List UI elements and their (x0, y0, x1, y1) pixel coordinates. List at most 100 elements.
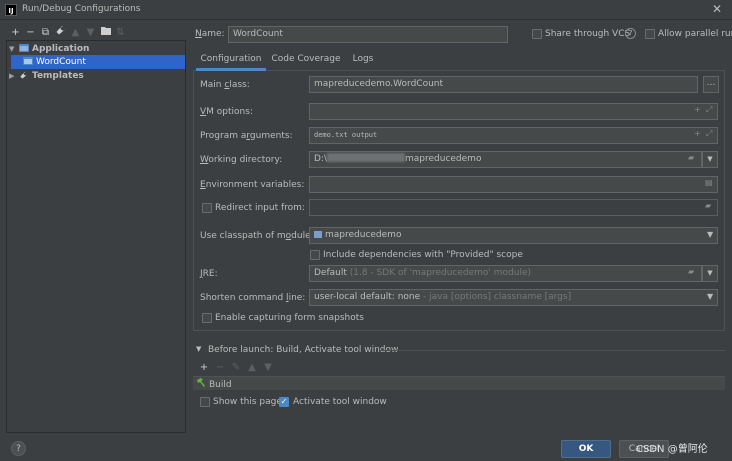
working-directory-prefix: D:\ (314, 154, 327, 164)
tree-item-label: Application (32, 44, 90, 54)
remove-icon[interactable]: − (212, 361, 228, 375)
application-icon (23, 57, 33, 65)
move-down-icon[interactable]: ▼ (83, 26, 98, 40)
application-icon (19, 44, 29, 52)
classpath-module-label: Use classpath of module: (200, 231, 314, 241)
close-icon[interactable]: ✕ (712, 2, 722, 16)
jre-hint: (1.8 - SDK of 'mapreducedemo' module) (349, 268, 532, 278)
browse-button[interactable]: … (703, 76, 719, 93)
copy-icon[interactable]: ⧉ (38, 26, 53, 40)
allow-parallel-label: Allow parallel run (658, 29, 732, 39)
show-page-checkbox[interactable] (200, 397, 210, 407)
activate-tool-checkbox[interactable]: ✓ (279, 397, 289, 407)
chevron-down-icon[interactable]: ▼ (702, 265, 718, 282)
chevron-down-icon[interactable]: ▼ (707, 230, 713, 239)
redirect-input-label: Redirect input from: (215, 203, 305, 213)
allow-parallel-checkbox[interactable] (645, 29, 655, 39)
shorten-command-line-label: Shorten command line: (200, 293, 306, 303)
move-down-icon[interactable]: ▼ (260, 361, 276, 375)
working-directory-label: Working directory: (200, 155, 283, 165)
name-input[interactable]: WordCount (228, 26, 508, 43)
help-button[interactable]: ? (11, 441, 26, 456)
share-vcs-label: Share through VCS (545, 29, 631, 39)
remove-icon[interactable]: − (23, 26, 38, 40)
redirect-input-checkbox[interactable] (202, 203, 212, 213)
list-item[interactable]: Build (196, 378, 232, 390)
program-arguments-input[interactable]: demo.txt output (309, 127, 718, 144)
chevron-down-icon[interactable]: ▼ (9, 42, 19, 56)
help-icon[interactable]: ? (625, 28, 636, 39)
module-icon (314, 231, 322, 238)
tab-logs[interactable]: Logs (346, 49, 380, 71)
sort-icon[interactable]: ⇅ (113, 26, 128, 40)
before-launch-title[interactable]: Before launch: Build, Activate tool wind… (208, 345, 398, 355)
chevron-down-icon[interactable]: ▼ (707, 292, 713, 301)
add-icon[interactable]: + (694, 105, 701, 114)
config-tree: ▼ Application WordCount ▶ Templates (6, 40, 186, 433)
classpath-module-select[interactable]: mapreducedemo (309, 227, 718, 244)
redacted-path (327, 153, 405, 162)
ok-button[interactable]: OK (561, 440, 611, 458)
tab-configuration[interactable]: Configuration (196, 49, 266, 71)
jre-label: JRE: (200, 269, 218, 279)
intellij-app-icon: IJ (5, 4, 17, 16)
chevron-right-icon[interactable]: ▶ (9, 69, 19, 83)
before-launch-task-list: Build (193, 376, 725, 390)
folder-icon[interactable]: ▰ (688, 153, 694, 162)
program-arguments-label: Program arguments: (200, 131, 293, 141)
hammer-icon (197, 378, 205, 387)
shorten-command-line-value: user-local default: none (314, 292, 421, 302)
main-class-input[interactable]: mapreducedemo.WordCount (309, 76, 698, 93)
divider (380, 350, 725, 351)
shorten-command-line-select[interactable]: user-local default: none - java [options… (309, 289, 718, 306)
tree-item-templates[interactable]: ▶ Templates (9, 69, 84, 83)
capture-snapshots-checkbox[interactable] (202, 313, 212, 323)
vm-options-input[interactable] (309, 103, 718, 120)
name-label: Name: (195, 29, 225, 39)
environment-variables-input[interactable] (309, 176, 718, 193)
window-title: Run/Debug Configurations (22, 4, 141, 14)
folder-icon[interactable]: ▰ (705, 201, 711, 210)
working-directory-suffix: mapreducedemo (405, 154, 482, 164)
move-up-icon[interactable]: ▲ (244, 361, 260, 375)
add-icon[interactable]: + (694, 129, 701, 138)
before-launch-toolbar: + − ✎ ▲ ▼ (196, 361, 276, 375)
list-icon[interactable]: ▤ (705, 178, 713, 187)
config-toolbar: + − ⧉ ▲ ▼ ⇅ (8, 25, 128, 39)
expand-icon[interactable]: ⤢ (706, 105, 712, 115)
include-provided-checkbox[interactable] (310, 250, 320, 260)
jre-select[interactable]: Default (1.8 - SDK of 'mapreducedemo' mo… (309, 265, 702, 282)
redirect-input-field[interactable] (309, 199, 718, 216)
tree-item-label: Templates (32, 71, 84, 81)
working-directory-input[interactable]: D:\ mapreducedemo (309, 151, 702, 168)
tab-code-coverage[interactable]: Code Coverage (269, 49, 343, 71)
watermark: CSDN @曾阿伦 (636, 444, 708, 455)
move-up-icon[interactable]: ▲ (68, 26, 83, 40)
tree-item-label: WordCount (36, 57, 86, 67)
chevron-down-icon[interactable]: ▼ (702, 151, 718, 168)
add-icon[interactable]: + (8, 26, 23, 40)
vm-options-label: VM options: (200, 107, 253, 117)
tab-bar: Configuration Code Coverage Logs (193, 49, 725, 71)
add-icon[interactable]: + (196, 361, 212, 375)
main-class-label: Main class: (200, 80, 250, 90)
edit-icon[interactable]: ✎ (228, 361, 244, 375)
activate-tool-label: Activate tool window (293, 397, 387, 407)
expand-icon[interactable]: ⤢ (706, 129, 712, 139)
tree-item-wordcount[interactable]: WordCount (11, 55, 185, 69)
shorten-command-line-hint: - java [options] classname [args] (423, 292, 572, 302)
tree-item-application[interactable]: ▼ Application (9, 42, 89, 56)
folder-icon[interactable] (98, 26, 113, 40)
folder-icon[interactable]: ▰ (688, 267, 694, 276)
jre-value: Default (314, 268, 347, 278)
capture-snapshots-label: Enable capturing form snapshots (215, 313, 364, 323)
wrench-icon (20, 71, 28, 79)
chevron-down-icon[interactable]: ▼ (196, 345, 201, 353)
task-label: Build (209, 380, 232, 390)
show-page-label: Show this page (213, 397, 282, 407)
wrench-icon[interactable] (53, 25, 68, 39)
environment-variables-label: Environment variables: (200, 180, 305, 190)
share-vcs-checkbox[interactable] (532, 29, 542, 39)
include-provided-label: Include dependencies with "Provided" sco… (323, 250, 523, 260)
classpath-module-value: mapreducedemo (325, 230, 402, 240)
